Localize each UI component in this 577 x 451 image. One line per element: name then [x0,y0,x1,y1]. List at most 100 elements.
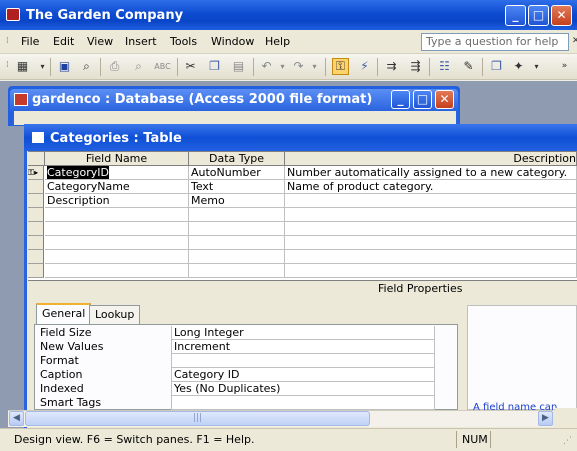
data-type-cell[interactable]: Memo [189,194,285,208]
data-type-cell[interactable]: Text [189,180,285,194]
maximize-icon[interactable]: □ [528,5,549,26]
table-icon [32,132,44,143]
field-name-cell[interactable] [45,236,189,250]
toolbar-separator [377,58,378,76]
spelling-icon[interactable]: ABC [154,58,171,75]
save-icon[interactable]: ▣ [56,58,73,75]
row-selector[interactable] [28,208,44,222]
new-object-dropdown-icon[interactable]: ▾ [528,58,545,75]
resize-grip-icon[interactable]: ⋰ [563,436,572,446]
field-name-cell[interactable] [45,222,189,236]
num-lock-indicator: NUM [462,433,488,446]
menu-file[interactable]: File [21,35,39,48]
description-cell[interactable] [285,264,577,278]
row-selector[interactable] [28,222,44,236]
properties-icon[interactable]: ☷ [436,58,453,75]
menu-view[interactable]: View [87,35,113,48]
toolbar-options-icon[interactable]: » [556,58,573,75]
cut-icon[interactable]: ✂ [182,58,199,75]
redo-dropdown-icon[interactable]: ▾ [306,58,323,75]
redo-icon[interactable]: ↷ [290,58,307,75]
delete-rows-icon[interactable]: ⇶ [407,58,424,75]
property-value-field-size[interactable]: Long Integer [171,326,435,340]
scroll-right-icon[interactable]: ▶ [538,411,553,426]
property-label: Smart Tags [40,396,102,409]
file-search-icon[interactable]: ⌕ [78,58,95,75]
field-name-cell[interactable] [45,264,189,278]
status-text: Design view. F6 = Switch panes. F1 = Hel… [14,433,255,446]
status-separator [490,431,491,448]
database-window-title-bar[interactable]: gardenco : Database (Access 2000 file fo… [10,89,458,111]
field-name-cell[interactable] [45,208,189,222]
property-value-smart-tags[interactable] [171,396,435,410]
scrollbar-corner [555,408,577,428]
new-object-icon[interactable]: ✦ [510,58,527,75]
description-cell[interactable] [285,208,577,222]
menu-tools[interactable]: Tools [170,35,197,48]
field-name-cell[interactable]: Description [45,194,189,208]
toolbar-separator [325,58,326,76]
minimize-icon[interactable]: _ [391,90,410,109]
property-value-new-values[interactable]: Increment [171,340,435,354]
data-type-cell[interactable] [189,222,285,236]
help-close-icon[interactable]: ✕ [572,36,577,46]
tab-lookup[interactable]: Lookup [89,305,141,324]
property-value-format[interactable] [171,354,435,368]
copy-icon[interactable]: ❐ [206,58,223,75]
row-selector[interactable] [28,250,44,264]
property-value-caption[interactable]: Category ID [171,368,435,382]
maximize-icon[interactable]: □ [413,90,432,109]
grip-icon: ⁞ [6,36,9,46]
close-icon[interactable]: ✕ [435,90,454,109]
row-selector-current[interactable]: ⚿▸ [28,166,44,180]
grid-corner [28,152,45,166]
menu-window[interactable]: Window [211,35,254,48]
scroll-left-icon[interactable]: ◀ [9,411,24,426]
database-icon [14,93,28,106]
table-row-field[interactable]: CategoryID [45,166,189,180]
undo-dropdown-icon[interactable]: ▾ [274,58,291,75]
print-icon[interactable]: ⎙ [106,58,123,75]
description-cell[interactable] [285,236,577,250]
toolbar-separator [177,58,178,76]
table-window-title-bar[interactable]: Categories : Table [24,124,577,151]
database-window-icon[interactable]: ❐ [488,58,505,75]
tab-general[interactable]: General [36,303,92,325]
insert-rows-icon[interactable]: ⇉ [383,58,400,75]
menu-help[interactable]: Help [265,35,290,48]
data-type-cell[interactable] [189,264,285,278]
description-cell[interactable]: Number automatically assigned to a new c… [285,166,577,180]
row-selector[interactable] [28,180,44,194]
close-icon[interactable]: ✕ [551,5,572,26]
row-selector[interactable] [28,236,44,250]
print-preview-icon[interactable]: ⌕ [130,58,147,75]
field-name-cell[interactable]: CategoryName [45,180,189,194]
description-cell[interactable]: Name of product category. [285,180,577,194]
row-selector[interactable] [28,264,44,278]
minimize-icon[interactable]: _ [505,5,526,26]
data-type-cell[interactable] [189,250,285,264]
property-value-indexed[interactable]: Yes (No Duplicates) [171,382,435,396]
scrollbar-thumb[interactable]: ||| [25,411,370,426]
data-type-cell[interactable] [189,208,285,222]
field-name-cell[interactable]: CategoryID [47,166,109,179]
row-selector[interactable] [28,194,44,208]
view-icon[interactable]: ▦ [14,58,31,75]
indexes-icon[interactable]: ⚡ [356,58,373,75]
menu-edit[interactable]: Edit [53,35,74,48]
property-label: Indexed [40,382,84,395]
build-icon[interactable]: ✎ [460,58,477,75]
paste-icon[interactable]: ▤ [230,58,247,75]
help-search-input[interactable]: Type a question for help [421,33,569,51]
description-cell[interactable] [285,194,577,208]
data-type-cell[interactable]: AutoNumber [189,166,285,180]
menu-insert[interactable]: Insert [125,35,157,48]
primary-key-icon[interactable]: ⚿ [332,58,349,75]
field-name-cell[interactable] [45,250,189,264]
view-dropdown-icon[interactable]: ▾ [34,58,51,75]
description-cell[interactable] [285,222,577,236]
description-cell[interactable] [285,250,577,264]
undo-icon[interactable]: ↶ [258,58,275,75]
database-window-title: gardenco : Database (Access 2000 file fo… [32,92,373,107]
data-type-cell[interactable] [189,236,285,250]
